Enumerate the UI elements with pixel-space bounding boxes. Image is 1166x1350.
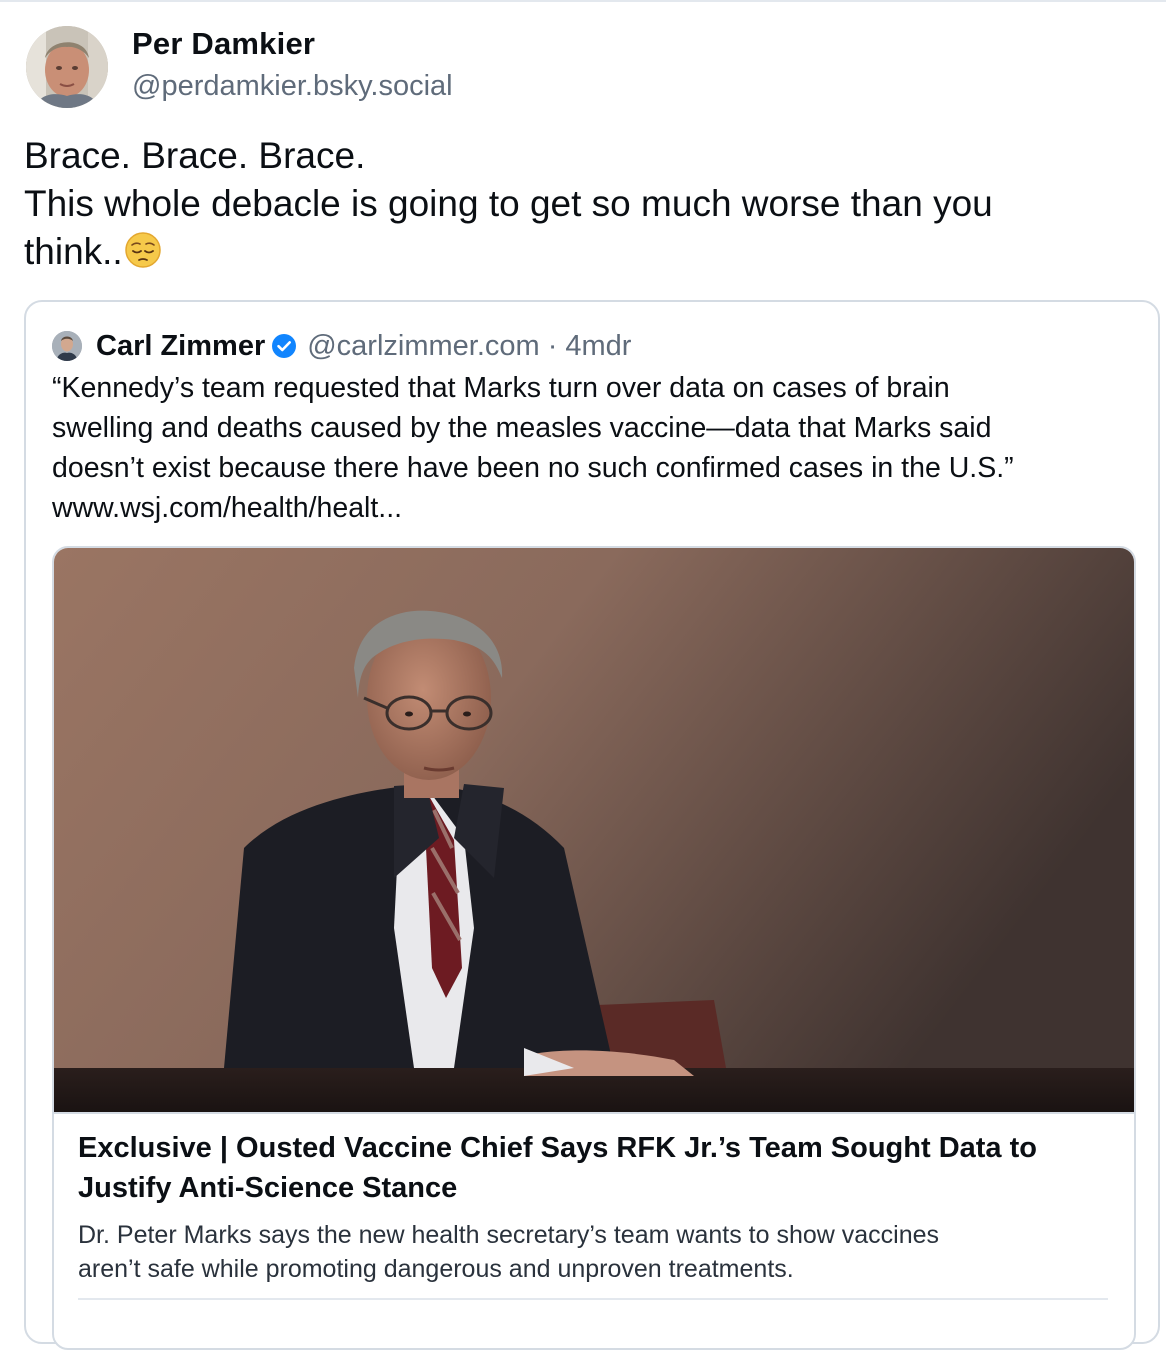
quoted-post-header: Carl Zimmer @carlzimmer.com · 4mdr: [52, 328, 631, 364]
quoted-avatar-photo: [52, 331, 82, 361]
post-text-line-content: think..: [24, 231, 123, 272]
avatar[interactable]: [26, 26, 108, 108]
author-name[interactable]: Per Damkier: [132, 26, 315, 62]
link-preview-title[interactable]: Exclusive | Ousted Vaccine Chief Says RF…: [78, 1128, 1108, 1208]
link-preview-image: [54, 548, 1134, 1112]
quoted-text-line: “Kennedy’s team requested that Marks tur…: [52, 372, 950, 404]
post-text: Brace. Brace. Brace. This whole debacle …: [24, 132, 1134, 276]
quoted-author-handle[interactable]: @carlzimmer.com: [307, 330, 539, 363]
link-preview-divider: [54, 1112, 1134, 1114]
post-text-line: Brace. Brace. Brace.: [24, 135, 366, 176]
quoted-author-avatar[interactable]: [52, 331, 82, 361]
link-title-line: Exclusive | Ousted Vaccine Chief Says RF…: [78, 1132, 1037, 1164]
link-preview-card[interactable]: Exclusive | Ousted Vaccine Chief Says RF…: [52, 546, 1136, 1350]
link-preview-description: Dr. Peter Marks says the new health secr…: [78, 1218, 1108, 1286]
post-text-line: think..: [24, 228, 1134, 276]
quoted-text-line: doesn’t exist because there have been no…: [52, 452, 1014, 484]
quoted-post-text: “Kennedy’s team requested that Marks tur…: [52, 368, 1132, 528]
link-preview-footer-divider: [78, 1298, 1108, 1300]
pensive-face-emoji-icon: [124, 232, 161, 268]
quoted-header-separator: ·: [547, 329, 558, 362]
quoted-text-line: swelling and deaths caused by the measle…: [52, 412, 992, 444]
author-handle[interactable]: @perdamkier.bsky.social: [132, 70, 453, 103]
link-description-line: aren’t safe while promoting dangerous an…: [78, 1255, 794, 1283]
avatar-photo: [26, 26, 108, 108]
post-text-line: This whole debacle is going to get so mu…: [24, 183, 993, 224]
quoted-post-card[interactable]: Carl Zimmer @carlzimmer.com · 4mdr “Kenn…: [24, 300, 1160, 1350]
quoted-link-text[interactable]: www.wsj.com/health/healt...: [52, 488, 1132, 528]
link-description-line: Dr. Peter Marks says the new health secr…: [78, 1221, 940, 1249]
link-title-line: Justify Anti-Science Stance: [78, 1172, 458, 1204]
post: Per Damkier @perdamkier.bsky.social Brac…: [0, 0, 1166, 1350]
quoted-post-time[interactable]: 4mdr: [565, 330, 631, 363]
verified-badge-icon: [272, 334, 297, 358]
quoted-author-name[interactable]: Carl Zimmer: [96, 330, 265, 363]
